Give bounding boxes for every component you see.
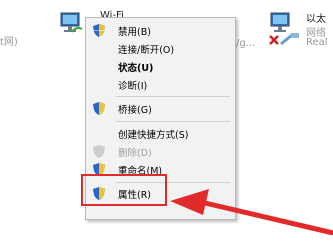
disconnected-x-icon xyxy=(269,35,279,45)
ethernet-line3: Real xyxy=(306,37,328,48)
menu-label: 禁用(B) xyxy=(118,27,151,38)
menu-item-create-shortcut[interactable]: 创建快捷方式(S) xyxy=(86,125,235,142)
shield-icon xyxy=(93,24,105,37)
network-adapter-icon xyxy=(60,12,83,33)
menu-item-disable[interactable]: 禁用(B) xyxy=(86,22,235,39)
wifi-clipped-detail: /g... xyxy=(236,38,256,49)
menu-label: 桥接(G) xyxy=(118,105,152,116)
ethernet-adapter[interactable]: 以太 网络 Real xyxy=(268,4,333,54)
ethernet-name: 以太 xyxy=(306,14,326,25)
menu-item-bridge[interactable]: 桥接(G) xyxy=(86,100,235,117)
menu-item-connect-disconnect[interactable]: 连接/断开(O) xyxy=(86,40,235,57)
menu-separator xyxy=(116,121,230,122)
menu-item-diagnose[interactable]: 诊断(I) xyxy=(86,76,235,93)
menu-label: 诊断(I) xyxy=(118,81,148,92)
menu-separator xyxy=(116,96,230,97)
shield-icon xyxy=(93,145,105,158)
menu-label: 状态(U) xyxy=(118,63,154,74)
left-clipped-text: t网) xyxy=(0,37,18,48)
cable-icon xyxy=(280,33,299,46)
shield-icon xyxy=(93,102,105,115)
menu-item-status[interactable]: 状态(U) xyxy=(86,58,235,75)
menu-item-delete: 删除(D) xyxy=(86,143,235,160)
menu-label: 删除(D) xyxy=(118,148,152,159)
properties-highlight-box xyxy=(81,174,167,206)
red-arrow-annotation xyxy=(170,189,333,235)
menu-label: 创建快捷方式(S) xyxy=(118,130,189,141)
menu-label: 连接/断开(O) xyxy=(118,45,175,56)
